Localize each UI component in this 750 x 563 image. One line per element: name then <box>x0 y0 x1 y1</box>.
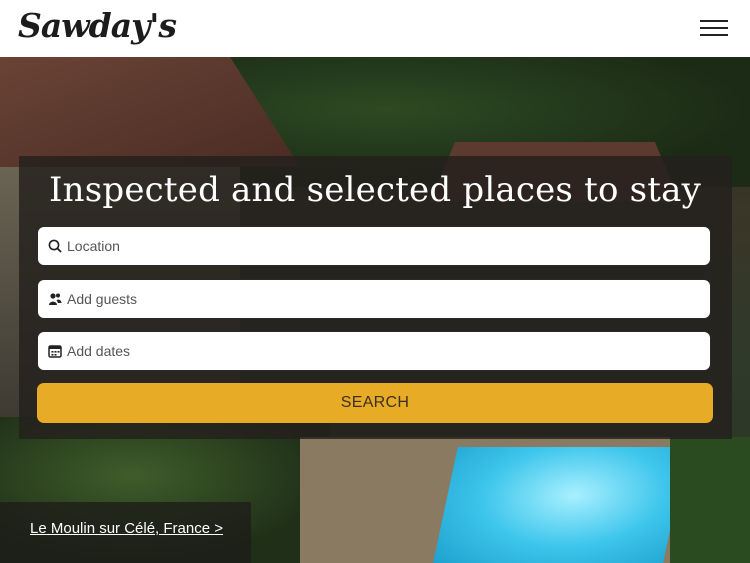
property-link[interactable]: Le Moulin sur Célé, France > <box>30 520 223 537</box>
location-placeholder: Location <box>67 238 120 254</box>
sawdays-logo[interactable]: Sawday's <box>18 6 177 45</box>
guests-field[interactable]: Add guests <box>37 279 711 319</box>
dates-placeholder: Add dates <box>67 343 131 359</box>
hero-headline: Inspected and selected places to stay <box>48 170 702 210</box>
dates-field[interactable]: Add dates <box>37 331 711 371</box>
calendar-icon <box>47 344 62 359</box>
top-bar: Sawday's <box>0 0 750 57</box>
guests-placeholder: Add guests <box>67 291 138 307</box>
hamburger-menu-icon[interactable] <box>700 18 730 38</box>
property-caption: Le Moulin sur Célé, France > <box>0 502 251 563</box>
search-icon <box>47 239 62 254</box>
location-field[interactable]: Location <box>37 226 711 266</box>
search-button[interactable]: SEARCH <box>37 383 713 423</box>
guests-icon <box>47 292 62 307</box>
